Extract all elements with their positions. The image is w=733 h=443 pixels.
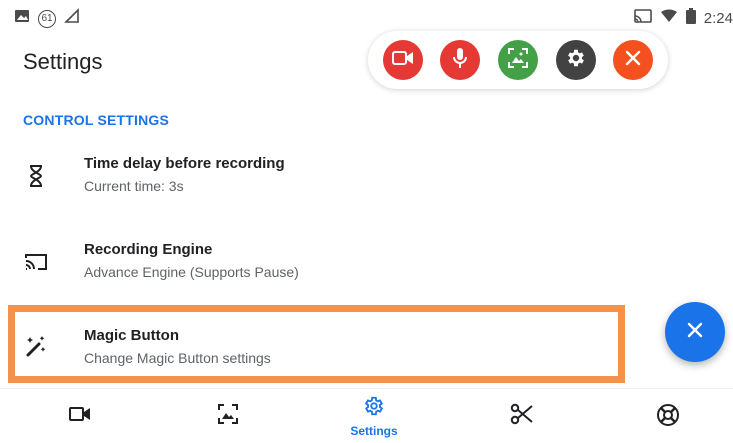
highlight-box <box>8 305 625 383</box>
battery-icon <box>685 8 696 29</box>
close-toolbar-button[interactable] <box>613 40 654 80</box>
status-bar-right: 2:24 <box>633 8 733 29</box>
bottom-navigation: Settings <box>0 388 733 443</box>
video-camera-icon <box>69 407 91 426</box>
microphone-button[interactable] <box>440 40 481 80</box>
image-icon <box>217 403 239 430</box>
setting-subtitle: Advance Engine (Supports Pause) <box>84 264 299 280</box>
setting-subtitle: Current time: 3s <box>84 178 184 194</box>
lifebuoy-icon <box>656 403 680 432</box>
floating-toolbar <box>368 31 668 89</box>
cast-icon <box>633 9 652 28</box>
settings-button[interactable] <box>555 40 596 80</box>
nav-label: Settings <box>350 424 398 438</box>
record-video-button[interactable] <box>382 40 423 80</box>
fab-close-button[interactable] <box>665 302 725 362</box>
record-video-icon <box>391 50 414 71</box>
setting-title: Recording Engine <box>84 241 213 258</box>
nav-item-help[interactable] <box>628 395 708 443</box>
image-icon <box>14 8 30 29</box>
close-icon <box>686 321 704 344</box>
setting-row-time-delay[interactable]: Time delay before recording Current time… <box>0 146 620 210</box>
notification-count-badge: 61 <box>38 9 56 28</box>
screenshot-button[interactable] <box>497 40 538 80</box>
setting-title: Time delay before recording <box>84 155 285 172</box>
nav-item-gallery[interactable] <box>188 395 268 443</box>
cast-screen-icon <box>22 248 50 276</box>
nav-item-edit[interactable] <box>482 395 562 443</box>
hourglass-icon <box>22 162 50 190</box>
status-bar-left: 61 <box>14 8 80 29</box>
settings-gear-icon <box>363 395 385 422</box>
settings-gear-icon <box>565 47 587 74</box>
network-icon <box>64 8 80 29</box>
scissors-icon <box>510 403 534 430</box>
microphone-icon <box>452 47 468 74</box>
close-icon <box>624 49 642 72</box>
screenshot-icon <box>507 47 529 74</box>
setting-row-recording-engine[interactable]: Recording Engine Advance Engine (Support… <box>0 232 620 296</box>
status-time: 2:24 <box>703 10 733 27</box>
wifi-icon <box>660 9 678 28</box>
section-title: CONTROL SETTINGS <box>23 112 170 128</box>
page-title: Settings <box>23 49 103 74</box>
nav-item-record[interactable] <box>40 395 120 443</box>
nav-item-settings[interactable]: Settings <box>334 395 414 443</box>
